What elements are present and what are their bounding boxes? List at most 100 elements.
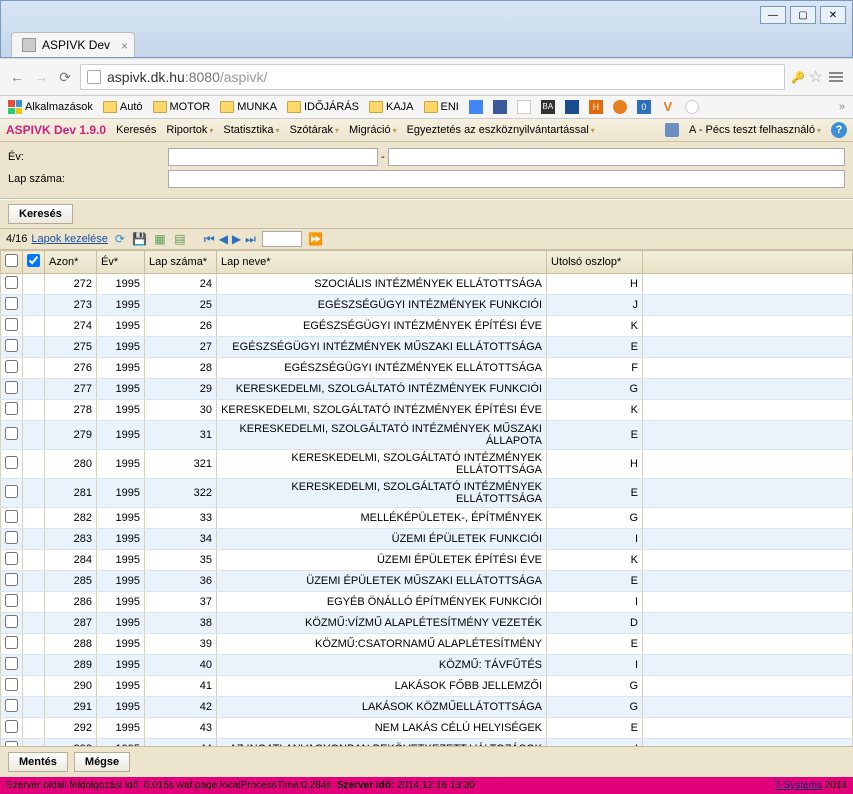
menu-egyeztetes[interactable]: Egyeztetés az eszköznyilvántartással▾ <box>407 124 595 136</box>
col-lapszama[interactable]: Lap száma* <box>145 251 217 274</box>
header-checkbox-gray[interactable] <box>5 254 18 267</box>
table-row[interactable]: 2801995321KERESKEDELMI, SZOLGÁLTATÓ INTÉ… <box>1 450 853 479</box>
row-checkbox[interactable] <box>5 485 18 498</box>
table-row[interactable]: 285199536ÜZEMI ÉPÜLETEK MŰSZAKI ELLÁTOTT… <box>1 571 853 592</box>
table-row[interactable]: 275199527EGÉSZSÉGÜGYI INTÉZMÉNYEK MŰSZAK… <box>1 337 853 358</box>
address-bar[interactable]: aspivk.dk.hu:8080/aspivk/ <box>80 64 785 90</box>
col-utolso[interactable]: Utolsó oszlop* <box>547 251 643 274</box>
row-checkbox[interactable] <box>5 552 18 565</box>
bookmark-folder[interactable]: ENI <box>424 101 459 113</box>
row-checkbox[interactable] <box>5 360 18 373</box>
next-page-icon[interactable]: ▶ <box>230 232 243 246</box>
browser-tab[interactable]: ASPIVK Dev × <box>11 32 135 57</box>
bm-icon-v[interactable]: V <box>661 100 675 114</box>
back-button[interactable]: ← <box>8 68 26 86</box>
auth-icon[interactable]: 🔑 <box>791 71 805 84</box>
row-checkbox[interactable] <box>5 427 18 440</box>
row-checkbox[interactable] <box>5 657 18 670</box>
bookmark-folder[interactable]: MOTOR <box>153 101 211 113</box>
table-row[interactable]: 293199544AZ INGATLANVAGYONBAN BEKÖVETKEZ… <box>1 739 853 747</box>
cancel-button[interactable]: Mégse <box>74 752 130 772</box>
row-checkbox[interactable] <box>5 297 18 310</box>
row-checkbox[interactable] <box>5 339 18 352</box>
bm-icon-g[interactable] <box>469 100 483 114</box>
prev-page-icon[interactable]: ◀ <box>217 232 230 246</box>
menu-kereses[interactable]: Keresés <box>116 124 156 136</box>
table-row[interactable]: 282199533MELLÉKÉPÜLETEK-, ÉPÍTMÉNYEKG <box>1 508 853 529</box>
row-checkbox[interactable] <box>5 402 18 415</box>
row-checkbox[interactable] <box>5 615 18 628</box>
row-checkbox[interactable] <box>5 741 18 746</box>
row-checkbox[interactable] <box>5 510 18 523</box>
tab-close-icon[interactable]: × <box>121 39 128 53</box>
table-row[interactable]: 277199529KERESKEDELMI, SZOLGÁLTATÓ INTÉZ… <box>1 379 853 400</box>
bookmark-folder[interactable]: IDŐJÁRÁS <box>287 101 359 113</box>
help-icon[interactable]: ? <box>831 122 847 138</box>
apps-button[interactable]: Alkalmazások <box>8 100 93 114</box>
bm-icon-0[interactable]: 0 <box>637 100 651 114</box>
bm-icon-fb[interactable] <box>493 100 507 114</box>
table-row[interactable]: 278199530KERESKEDELMI, SZOLGÁLTATÓ INTÉZ… <box>1 400 853 421</box>
row-checkbox[interactable] <box>5 276 18 289</box>
col-lapneve[interactable]: Lap neve* <box>217 251 547 274</box>
bookmark-folder[interactable]: KAJA <box>369 101 414 113</box>
table-row[interactable]: 2811995322KERESKEDELMI, SZOLGÁLTATÓ INTÉ… <box>1 479 853 508</box>
bookmarks-overflow-icon[interactable]: » <box>839 101 845 113</box>
minimize-button[interactable]: — <box>760 6 786 24</box>
tsystems-link[interactable]: T-Systems <box>775 780 822 791</box>
lap-input[interactable] <box>168 170 845 188</box>
page-input[interactable] <box>262 231 302 247</box>
table-row[interactable]: 292199543NEM LAKÁS CÉLÚ HELYISÉGEKE <box>1 718 853 739</box>
menu-migracio[interactable]: Migráció▾ <box>349 124 397 136</box>
close-window-button[interactable]: ✕ <box>820 6 846 24</box>
bookmark-folder[interactable]: Autó <box>103 101 143 113</box>
table-row[interactable]: 289199540KÖZMŰ: TÁVFŰTÉSI <box>1 655 853 676</box>
row-checkbox[interactable] <box>5 720 18 733</box>
table-row[interactable]: 290199541LAKÁSOK FŐBB JELLEMZŐIG <box>1 676 853 697</box>
row-checkbox[interactable] <box>5 456 18 469</box>
table-row[interactable]: 291199542LAKÁSOK KÖZMŰELLÁTOTTSÁGAG <box>1 697 853 718</box>
bm-icon-dot[interactable] <box>685 100 699 114</box>
bm-icon-ba[interactable]: BA <box>541 100 555 114</box>
col-azon[interactable]: Azon* <box>45 251 97 274</box>
reload-button[interactable]: ⟳ <box>56 68 74 86</box>
table-row[interactable]: 279199531KERESKEDELMI, SZOLGÁLTATÓ INTÉZ… <box>1 421 853 450</box>
grid-view1-icon[interactable]: ▦ <box>152 231 168 247</box>
grid-view2-icon[interactable]: ▤ <box>172 231 188 247</box>
refresh-icon[interactable]: ⟳ <box>112 231 128 247</box>
bm-icon-h[interactable]: H <box>589 100 603 114</box>
last-page-icon[interactable]: ⏭ <box>243 232 258 247</box>
table-row[interactable]: 272199524SZOCIÁLIS INTÉZMÉNYEK ELLÁTOTTS… <box>1 274 853 295</box>
table-row[interactable]: 286199537EGYÉB ÖNÁLLÓ ÉPÍTMÉNYEK FUNKCIÓ… <box>1 592 853 613</box>
bookmark-folder[interactable]: MUNKA <box>220 101 277 113</box>
row-checkbox[interactable] <box>5 594 18 607</box>
save-icon[interactable]: 💾 <box>132 231 148 247</box>
lapok-kezelese-link[interactable]: Lapok kezelése <box>31 233 107 245</box>
row-checkbox[interactable] <box>5 699 18 712</box>
forward-button[interactable]: → <box>32 68 50 86</box>
table-row[interactable]: 284199535ÜZEMI ÉPÜLETEK ÉPÍTÉSI ÉVEK <box>1 550 853 571</box>
search-button[interactable]: Keresés <box>8 204 73 224</box>
menu-statisztika[interactable]: Statisztika▾ <box>223 124 279 136</box>
col-ev[interactable]: Év* <box>97 251 145 274</box>
table-row[interactable]: 274199526EGÉSZSÉGÜGYI INTÉZMÉNYEK ÉPÍTÉS… <box>1 316 853 337</box>
table-row[interactable]: 276199528EGÉSZSÉGÜGYI INTÉZMÉNYEK ELLÁTO… <box>1 358 853 379</box>
ev-from-input[interactable] <box>168 148 378 166</box>
user-menu[interactable]: A - Pécs teszt felhasználó▾ <box>689 124 821 136</box>
header-checkbox-checked[interactable] <box>27 254 40 267</box>
chrome-menu-button[interactable] <box>827 70 845 84</box>
row-checkbox[interactable] <box>5 573 18 586</box>
row-checkbox[interactable] <box>5 381 18 394</box>
table-row[interactable]: 283199534ÜZEMI ÉPÜLETEK FUNKCIÓII <box>1 529 853 550</box>
row-checkbox[interactable] <box>5 678 18 691</box>
menu-riportok[interactable]: Riportok▾ <box>166 124 213 136</box>
ev-to-input[interactable] <box>388 148 845 166</box>
row-checkbox[interactable] <box>5 636 18 649</box>
row-checkbox[interactable] <box>5 318 18 331</box>
table-row[interactable]: 288199539KÖZMŰ:CSATORNAMŰ ALAPLÉTESÍTMÉN… <box>1 634 853 655</box>
table-row[interactable]: 287199538KÖZMŰ:VÍZMŰ ALAPLÉTESÍTMÉNY VEZ… <box>1 613 853 634</box>
fast-forward-icon[interactable]: ⏩ <box>306 232 325 246</box>
maximize-button[interactable]: ▢ <box>790 6 816 24</box>
menu-szotarak[interactable]: Szótárak▾ <box>290 124 339 136</box>
row-checkbox[interactable] <box>5 531 18 544</box>
